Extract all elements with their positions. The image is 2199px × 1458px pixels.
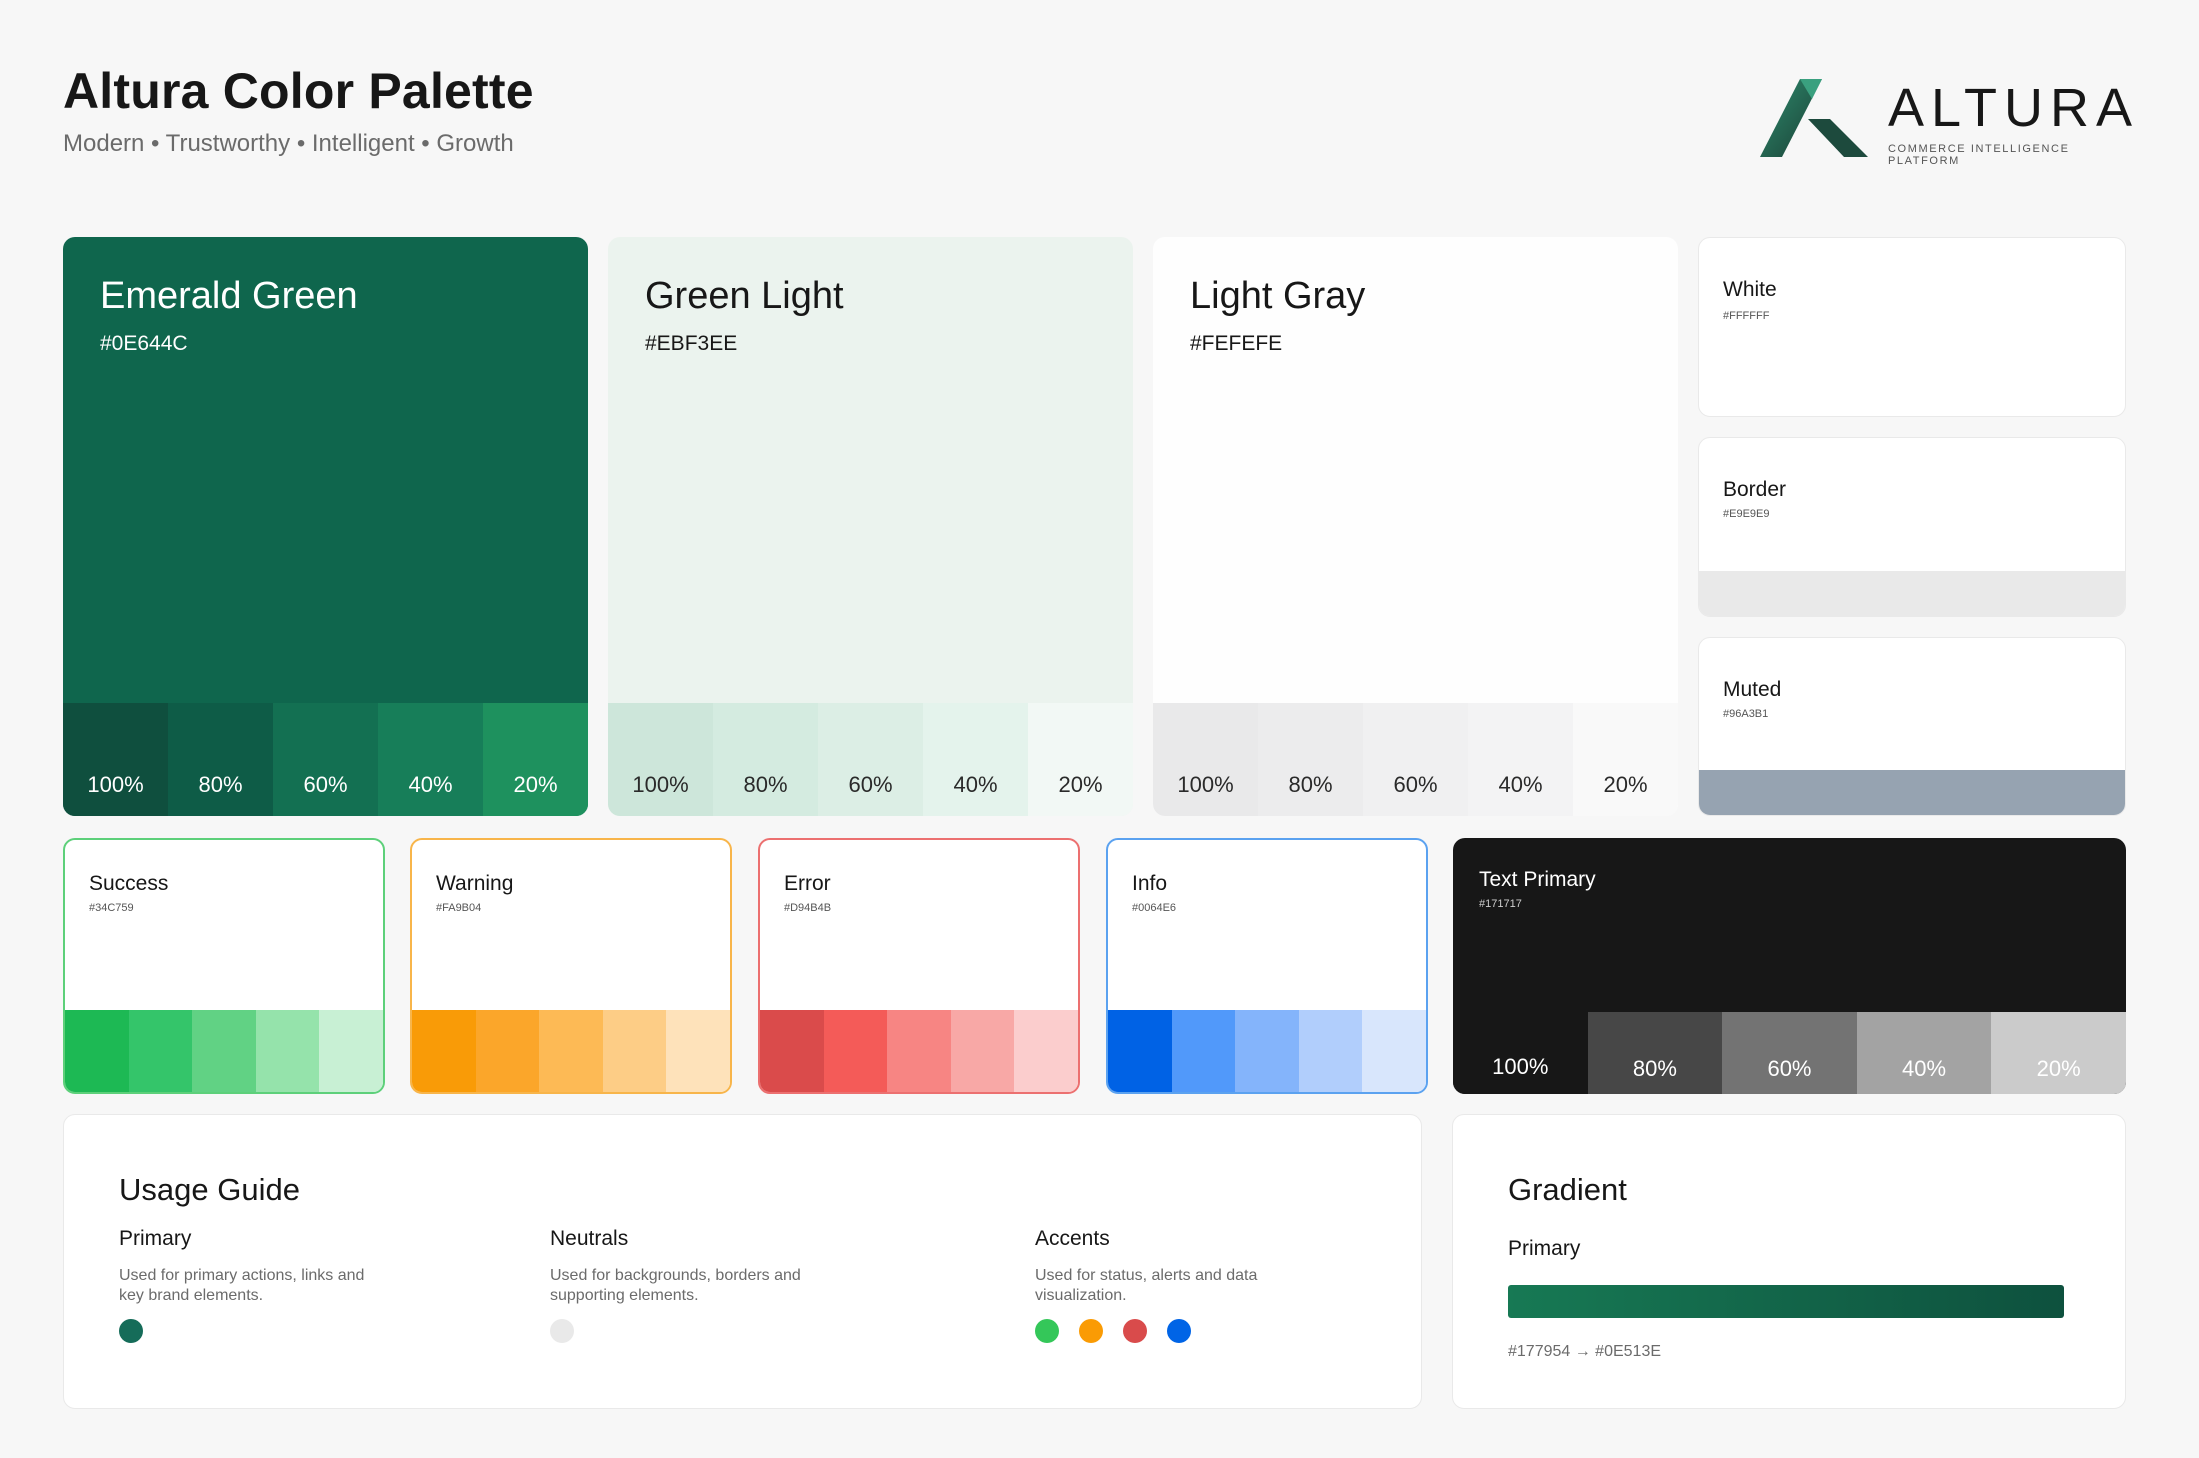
swatch-hex: #D94B4B [784, 902, 832, 914]
tint-80: 80% [168, 703, 273, 816]
swatch-hex: #96A3B1 [1723, 708, 1769, 720]
page-subtitle: Modern • Trustworthy • Intelligent • Gro… [63, 130, 514, 157]
primary-color-dot [119, 1319, 143, 1343]
swatch-emerald-green: Emerald Green #0E644C 100% 80% 60% 40% 2… [63, 237, 588, 816]
swatch-name: Success [89, 872, 169, 895]
swatch-muted: Muted #96A3B1 [1698, 637, 2126, 816]
swatch-text-primary: Text Primary #171717 100% 80% 60% 40% 20… [1453, 838, 2126, 1094]
tint-20: 20% [483, 703, 588, 816]
swatch-name: Emerald Green [100, 275, 358, 317]
tint-strip: 100% 80% 60% 40% 20% [608, 703, 1133, 816]
warning-color-dot [1079, 1319, 1103, 1343]
swatch-info: Info #0064E6 [1106, 838, 1428, 1094]
tint-100: 100% [1453, 1012, 1588, 1094]
swatch-name: Info [1132, 872, 1168, 895]
swatch-white: White #FFFFFF [1698, 237, 2126, 417]
tint-strip [65, 1010, 383, 1092]
swatch-color-bar [1699, 770, 2125, 815]
usage-guide-panel: Usage Guide Primary Used for primary act… [63, 1114, 1422, 1409]
tint-100: 100% [608, 703, 713, 816]
usage-neutrals-desc: Used for backgrounds, borders and suppor… [550, 1267, 801, 1304]
swatch-warning: Warning #FA9B04 [410, 838, 732, 1094]
tint-80: 80% [1587, 1012, 1723, 1094]
tint-strip [1108, 1010, 1426, 1092]
swatch-hex: #171717 [1479, 898, 1522, 910]
tint-100: 100% [1153, 703, 1258, 816]
tint-80: 80% [713, 703, 818, 816]
tint-100: 100% [63, 703, 168, 816]
swatch-hex: #FFFFFF [1723, 310, 1770, 322]
swatch-success: Success #34C759 [63, 838, 385, 1094]
tint-60: 60% [273, 703, 378, 816]
swatch-name: Border [1723, 478, 1787, 501]
gradient-panel: Gradient Primary #177954 → #0E513E [1452, 1114, 2126, 1409]
swatch-color-bar [1699, 571, 2125, 616]
tint-40: 40% [378, 703, 483, 816]
tint-40: 40% [923, 703, 1028, 816]
swatch-hex: #E9E9E9 [1723, 508, 1770, 520]
logo-wordmark: ALTURA [1888, 78, 2140, 138]
swatch-error: Error #D94B4B [758, 838, 1080, 1094]
usage-primary-heading: Primary [119, 1227, 192, 1250]
tint-20: 20% [1991, 1012, 2126, 1094]
swatch-hex: #34C759 [89, 902, 134, 914]
swatch-name: White [1723, 278, 1777, 301]
tint-strip: 100% 80% 60% 40% 20% [1153, 703, 1678, 816]
tint-strip [760, 1010, 1078, 1092]
swatch-hex: #FA9B04 [436, 902, 482, 914]
swatch-name: Light Gray [1190, 275, 1366, 317]
altura-mountain-logo-icon [1760, 79, 1868, 157]
tint-60: 60% [818, 703, 923, 816]
tint-40: 40% [1468, 703, 1573, 816]
tint-strip [412, 1010, 730, 1092]
tint-80: 80% [1258, 703, 1363, 816]
swatch-hex: #EBF3EE [645, 332, 738, 355]
success-color-dot [1035, 1319, 1059, 1343]
tint-60: 60% [1363, 703, 1468, 816]
swatch-name: Green Light [645, 275, 844, 317]
usage-accents-heading: Accents [1035, 1227, 1110, 1250]
gradient-caption: #177954 → #0E513E [1508, 1343, 1662, 1360]
tint-60: 60% [1722, 1012, 1857, 1094]
swatch-name: Text Primary [1479, 868, 1596, 891]
swatch-name: Warning [436, 872, 514, 895]
usage-accents-desc: Used for status, alerts and data visuali… [1035, 1267, 1258, 1304]
tint-20: 20% [1028, 703, 1133, 816]
neutral-color-dot [550, 1319, 574, 1343]
error-color-dot [1123, 1319, 1147, 1343]
gradient-bar [1508, 1285, 2064, 1318]
altura-logo: ALTURA COMMERCE INTELLIGENCE PLATFORM [1760, 77, 2140, 167]
tint-40: 40% [1856, 1012, 1992, 1094]
swatch-light-gray: Light Gray #FEFEFE 100% 80% 60% 40% 20% [1153, 237, 1678, 816]
tint-strip: 100% 80% 60% 40% 20% [1453, 1012, 2126, 1094]
tint-20: 20% [1573, 703, 1678, 816]
usage-guide-title: Usage Guide [119, 1172, 300, 1207]
swatch-border: Border #E9E9E9 [1698, 437, 2126, 617]
info-color-dot [1167, 1319, 1191, 1343]
gradient-title: Gradient [1508, 1172, 1627, 1207]
swatch-hex: #0064E6 [1132, 902, 1177, 914]
usage-primary-desc: Used for primary actions, links and key … [119, 1267, 365, 1304]
swatch-green-light: Green Light #EBF3EE 100% 80% 60% 40% 20% [608, 237, 1133, 816]
tint-strip: 100% 80% 60% 40% 20% [63, 703, 588, 816]
usage-neutrals-heading: Neutrals [550, 1227, 629, 1250]
gradient-label: Primary [1508, 1237, 1581, 1260]
swatch-name: Error [784, 872, 831, 895]
swatch-hex: #0E644C [100, 332, 188, 355]
swatch-hex: #FEFEFE [1190, 332, 1283, 355]
page-title: Altura Color Palette [63, 63, 534, 119]
swatch-name: Muted [1723, 678, 1782, 701]
logo-tagline: COMMERCE INTELLIGENCE PLATFORM [1888, 143, 2070, 167]
